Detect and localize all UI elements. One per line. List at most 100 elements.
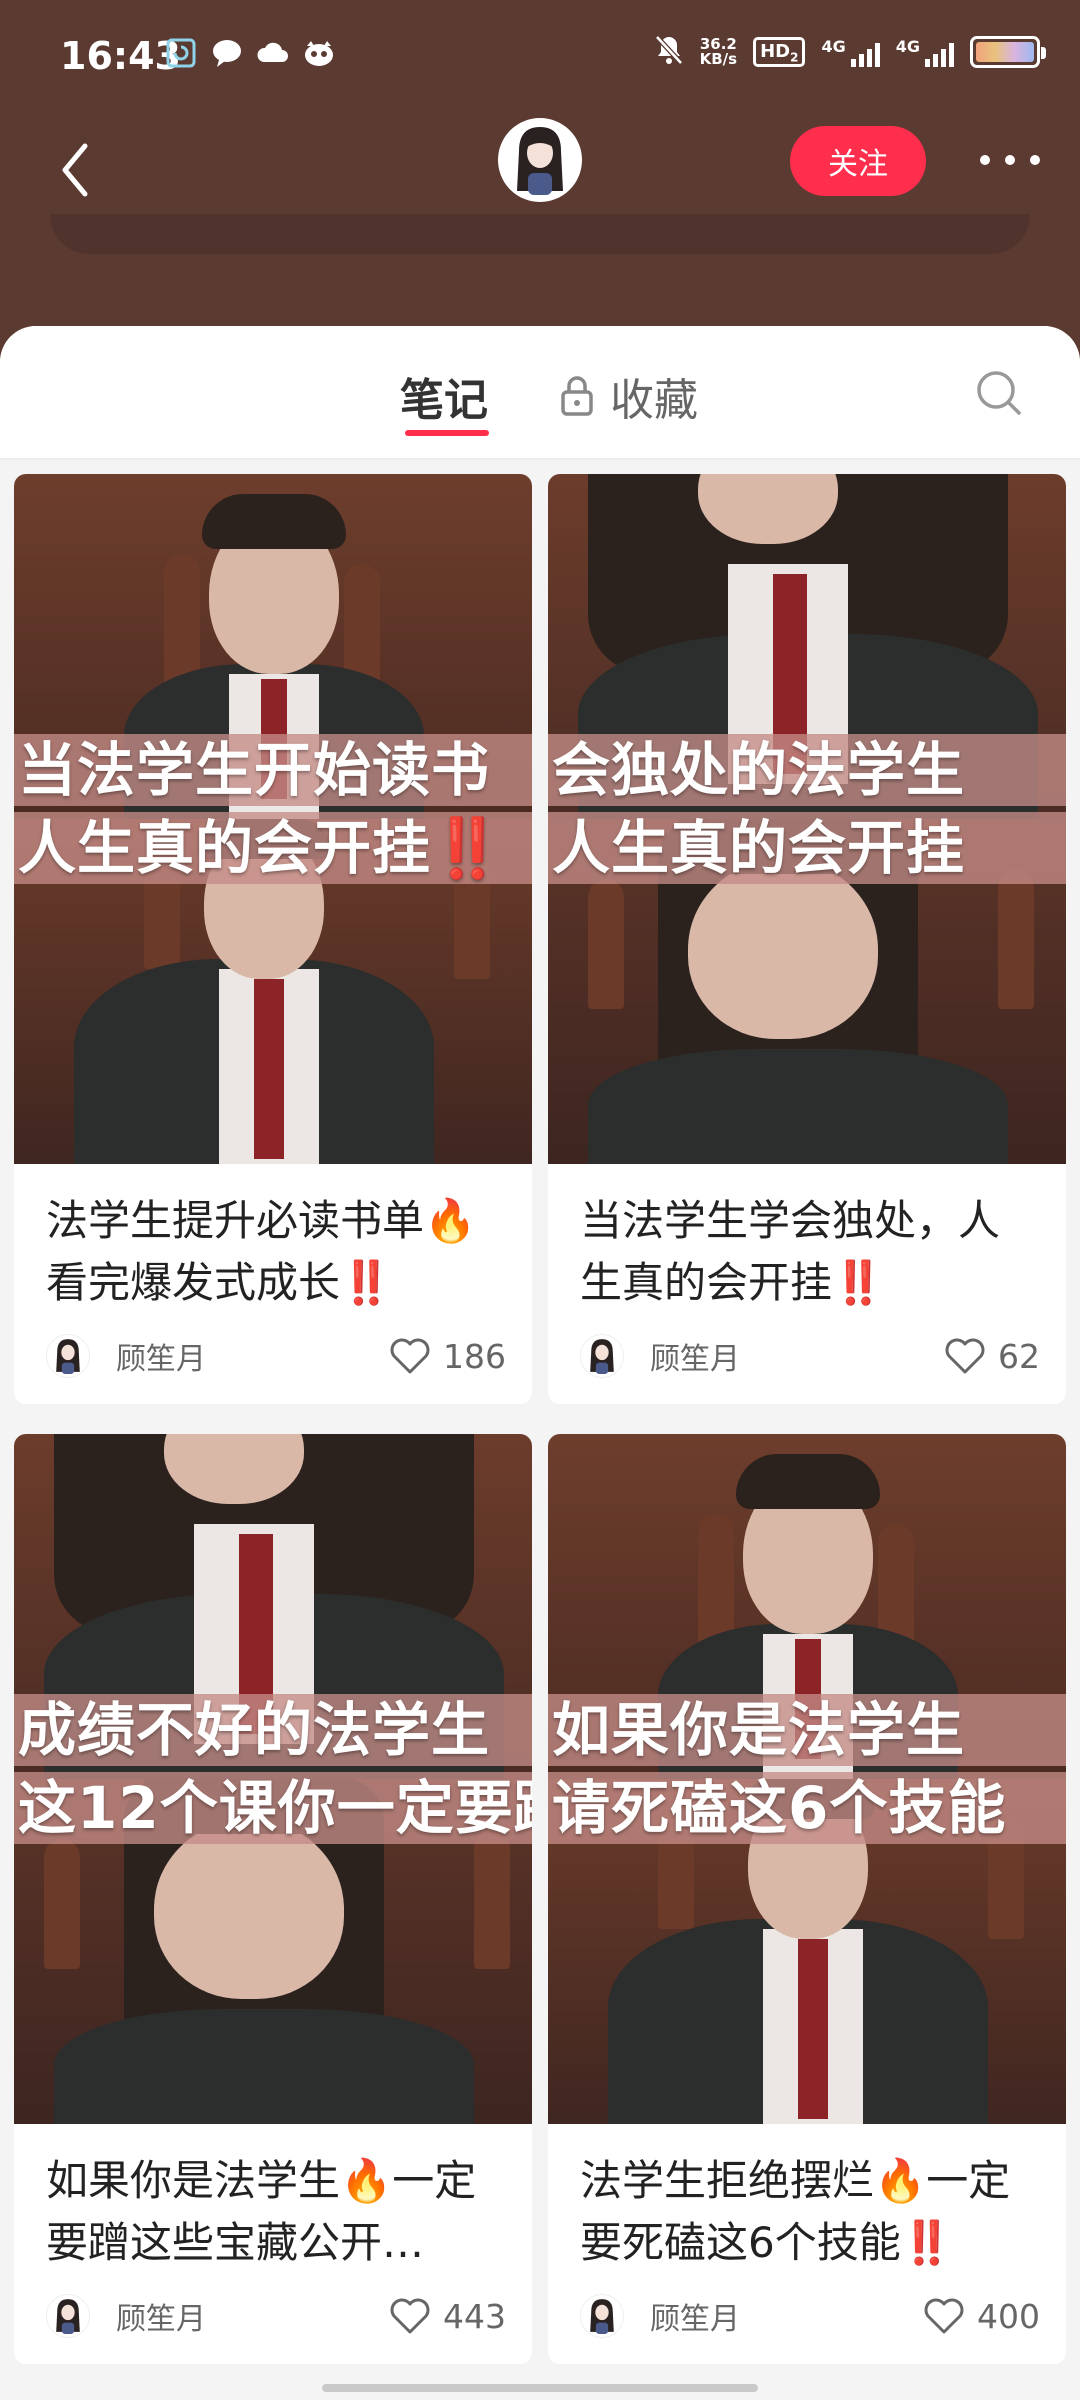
chair-decoration [44, 1839, 80, 1969]
note-title[interactable]: 法学生拒绝摆烂🔥一定要死磕这6个技能‼️ [580, 2150, 1040, 2274]
notes-panel: 笔记 收藏 当法学生开始读书 人生真的会开挂‼️ 法学生提升必读书单🔥看完爆发式… [0, 326, 1080, 2400]
more-dot-icon [1030, 155, 1040, 165]
chat-bubble-icon [210, 38, 244, 68]
author-name[interactable]: 顾笙月 [650, 2294, 923, 2338]
note-title[interactable]: 法学生提升必读书单🔥看完爆发式成长‼️ [46, 1190, 506, 1314]
hd-label: HD [760, 41, 791, 62]
hd-voice-badge: HD2 [753, 37, 806, 67]
signal-2-icon: 4G [896, 37, 954, 67]
signal-2-label: 4G [895, 37, 920, 56]
more-dot-icon [980, 155, 990, 165]
like-button[interactable]: 443 [389, 2297, 506, 2336]
note-footer: 顾笙月 400 [580, 2286, 1040, 2346]
tab-favorites-label: 收藏 [610, 375, 698, 426]
note-card[interactable]: 成绩不好的法学生 这12个课你一定要蹭 如果你是法学生🔥一定要蹭这些宝藏公开… … [14, 1434, 532, 2364]
note-title[interactable]: 如果你是法学生🔥一定要蹭这些宝藏公开… [46, 2150, 506, 2274]
author-name[interactable]: 顾笙月 [650, 1334, 944, 1378]
heart-icon [924, 2298, 964, 2334]
cover-caption-line: 人生真的会开挂 [548, 812, 1066, 884]
hd-sub: 2 [790, 50, 799, 65]
lock-icon [561, 376, 593, 416]
face [154, 1819, 344, 1999]
face [688, 859, 878, 1039]
tab-notes[interactable]: 笔记 [400, 364, 488, 428]
like-button[interactable]: 186 [389, 1337, 506, 1376]
back-button[interactable] [44, 130, 104, 210]
hair [736, 1454, 880, 1509]
tie [254, 979, 284, 1159]
active-tab-indicator [405, 430, 489, 436]
note-title[interactable]: 当法学生学会独处，人生真的会开挂‼️ [580, 1190, 1040, 1314]
heart-icon [390, 1338, 430, 1374]
avatar[interactable] [498, 118, 582, 202]
author-avatar[interactable] [46, 1334, 90, 1378]
hair [202, 494, 346, 549]
note-card[interactable]: 会独处的法学生 人生真的会开挂 当法学生学会独处，人生真的会开挂‼️ 顾笙月 6… [548, 474, 1066, 1404]
battery-fill [976, 42, 1034, 62]
system-indicators: 36.2 KB/s HD2 4G 4G [654, 34, 1046, 70]
cover-caption-line: 成绩不好的法学生 [14, 1694, 532, 1766]
search-button[interactable] [974, 368, 1024, 418]
cat-app-icon [302, 38, 336, 68]
cover-caption-line: 请死磕这6个技能 [548, 1772, 1066, 1844]
tab-favorites[interactable]: 收藏 [560, 364, 698, 428]
mute-bell-icon [654, 34, 684, 70]
cloud-icon [256, 38, 290, 68]
cover-caption: 成绩不好的法学生 这12个课你一定要蹭 [14, 1694, 532, 1844]
tie [798, 1939, 828, 2119]
note-cover[interactable]: 当法学生开始读书 人生真的会开挂‼️ [14, 474, 532, 1164]
like-button[interactable]: 400 [923, 2297, 1040, 2336]
signal-1-label: 4G [821, 37, 846, 56]
note-cover[interactable]: 如果你是法学生 请死磕这6个技能 [548, 1434, 1066, 2124]
search-icon [977, 371, 1021, 415]
battery-icon [970, 36, 1046, 68]
status-time: 16:43 [60, 34, 181, 78]
note-footer: 顾笙月 186 [46, 1326, 506, 1386]
author-avatar[interactable] [46, 2294, 90, 2338]
home-indicator[interactable] [322, 2384, 758, 2392]
robe [54, 2009, 474, 2124]
cover-caption: 会独处的法学生 人生真的会开挂 [548, 734, 1066, 884]
profile-info-bar [50, 214, 1030, 254]
profile-header: 关注 [0, 118, 1080, 328]
author-avatar[interactable] [580, 1334, 624, 1378]
status-bar: 16:43 36.2 KB/s HD2 4G 4G [0, 0, 1080, 118]
robe [588, 1049, 1008, 1164]
tab-bar: 笔记 收藏 [0, 326, 1080, 460]
sync-icon [164, 38, 198, 68]
chair-decoration [998, 869, 1034, 1009]
cover-caption: 当法学生开始读书 人生真的会开挂‼️ [14, 734, 532, 884]
cover-caption-line: 人生真的会开挂‼️ [14, 812, 532, 884]
heart-icon [390, 2298, 430, 2334]
network-speed-unit: KB/s [699, 50, 738, 68]
signal-1-icon: 4G [821, 37, 880, 67]
author-avatar[interactable] [580, 2294, 624, 2338]
like-count: 400 [977, 2296, 1040, 2336]
chevron-left-icon [62, 143, 88, 197]
more-dot-icon [1005, 155, 1015, 165]
cover-caption-line: 当法学生开始读书 [14, 734, 532, 806]
heart-icon [945, 1338, 985, 1374]
more-options-button[interactable] [970, 138, 1050, 182]
author-name[interactable]: 顾笙月 [116, 2294, 389, 2338]
note-cover[interactable]: 会独处的法学生 人生真的会开挂 [548, 474, 1066, 1164]
cover-caption-line: 如果你是法学生 [548, 1694, 1066, 1766]
note-card[interactable]: 如果你是法学生 请死磕这6个技能 法学生拒绝摆烂🔥一定要死磕这6个技能‼️ 顾笙… [548, 1434, 1066, 2364]
like-count: 186 [443, 1336, 506, 1376]
cover-caption-line: 会独处的法学生 [548, 734, 1066, 806]
note-footer: 顾笙月 443 [46, 2286, 506, 2346]
follow-button[interactable]: 关注 [790, 126, 926, 196]
author-name[interactable]: 顾笙月 [116, 1334, 389, 1378]
like-count: 62 [998, 1336, 1040, 1376]
notification-icons [164, 38, 336, 68]
chair-decoration [588, 879, 624, 1009]
note-card[interactable]: 当法学生开始读书 人生真的会开挂‼️ 法学生提升必读书单🔥看完爆发式成长‼️ 顾… [14, 474, 532, 1404]
like-count: 443 [443, 2296, 506, 2336]
chair-decoration [474, 1829, 510, 1969]
network-speed: 36.2 KB/s [700, 37, 737, 67]
note-cover[interactable]: 成绩不好的法学生 这12个课你一定要蹭 [14, 1434, 532, 2124]
note-footer: 顾笙月 62 [580, 1326, 1040, 1386]
cover-caption: 如果你是法学生 请死磕这6个技能 [548, 1694, 1066, 1844]
cover-caption-line: 这12个课你一定要蹭 [14, 1772, 532, 1844]
like-button[interactable]: 62 [944, 1337, 1040, 1376]
